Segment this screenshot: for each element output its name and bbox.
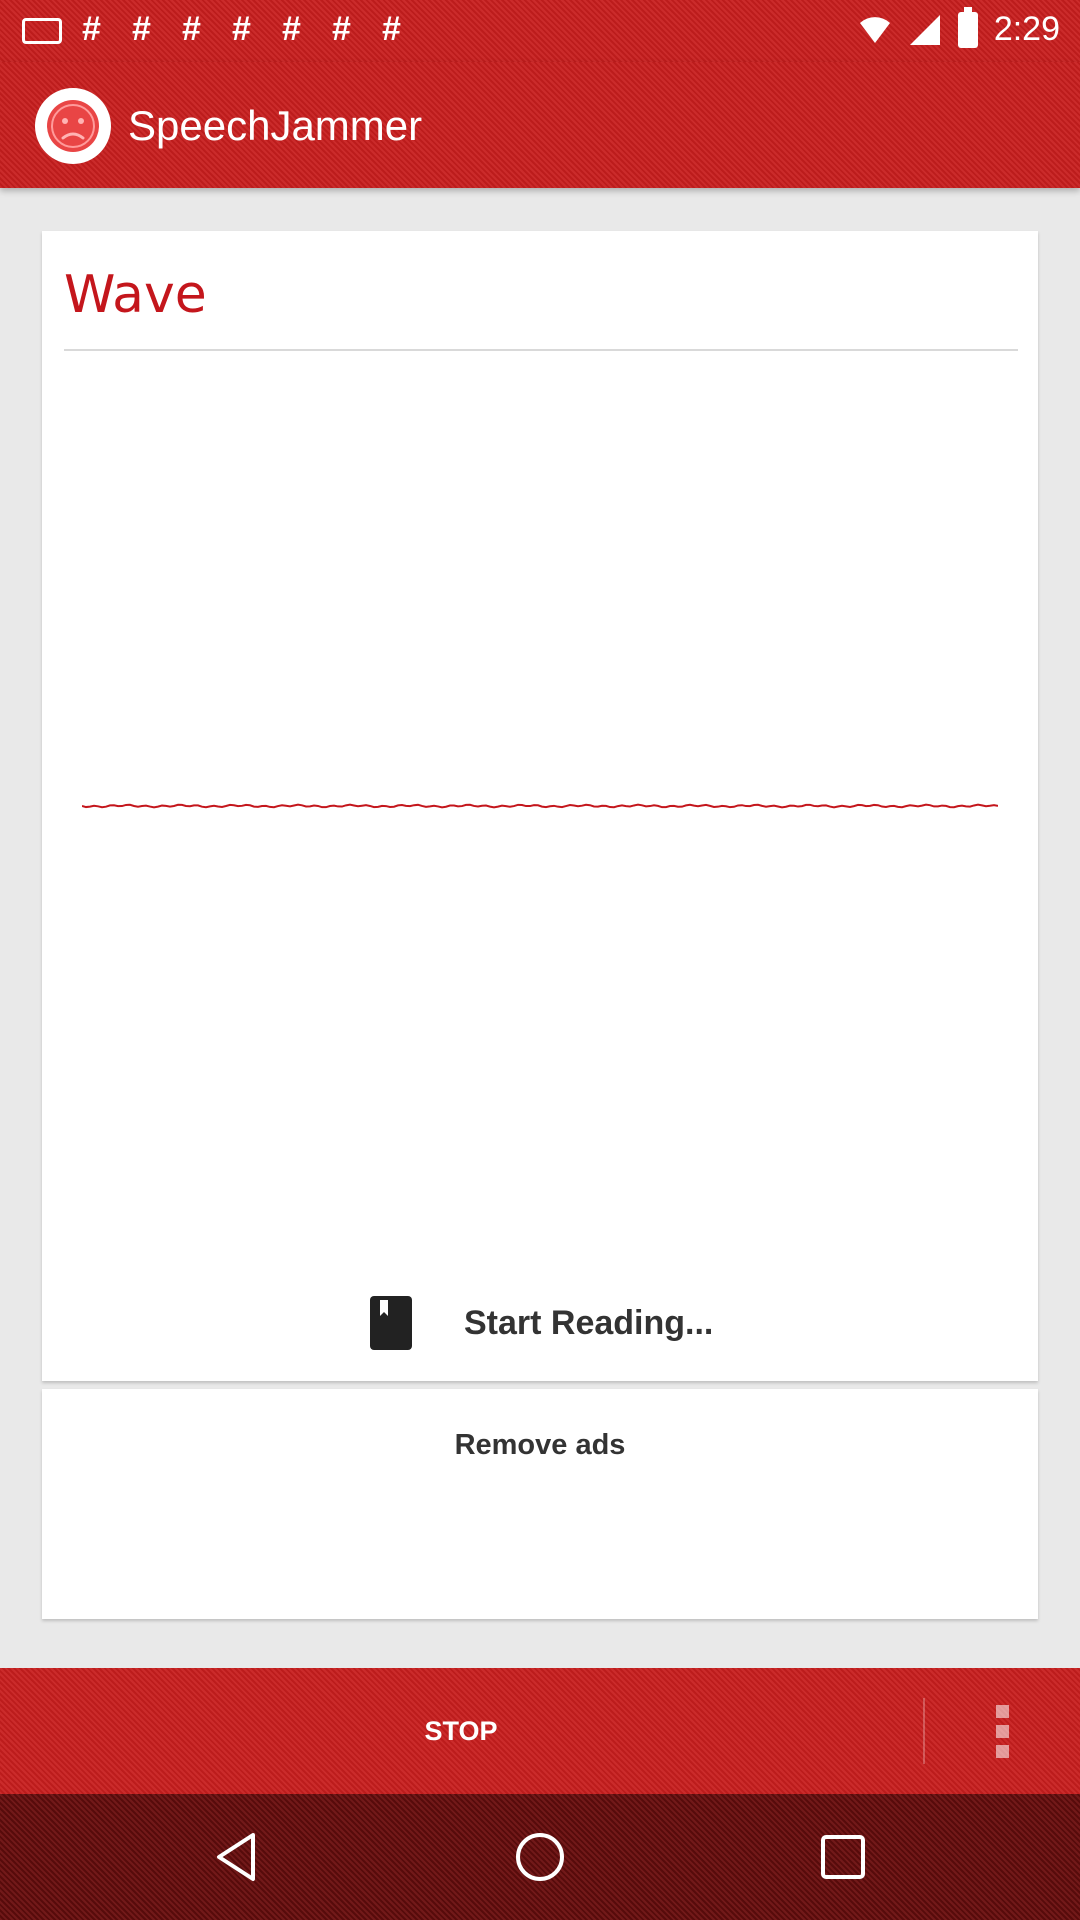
battery-icon: [957, 6, 978, 48]
ads-card: Remove ads: [42, 1389, 1038, 1619]
nav-bar: [0, 1794, 1080, 1920]
hash-icon: #: [282, 10, 301, 48]
book-icon: [370, 1296, 412, 1350]
sad-face-icon: [35, 88, 111, 164]
more-vert-icon[interactable]: [972, 1668, 1032, 1794]
app-bar: SpeechJammer: [0, 62, 1080, 188]
wave-title: Wave: [64, 265, 207, 325]
hash-icon: #: [382, 10, 401, 48]
hash-icon: #: [182, 10, 201, 48]
wave-card: Wave Start Reading...: [42, 231, 1038, 1381]
home-icon[interactable]: [510, 1827, 570, 1887]
status-time: 2:29: [993, 10, 1060, 48]
stop-button[interactable]: STOP: [0, 1668, 922, 1794]
recents-icon[interactable]: [813, 1827, 873, 1887]
notification-icons: # # # # # # #: [22, 10, 412, 48]
hash-icon: #: [82, 10, 101, 48]
signal-icon: [909, 14, 940, 45]
mail-icon: [22, 18, 62, 44]
start-reading-button[interactable]: Start Reading...: [42, 1296, 1038, 1356]
waveform: [82, 803, 998, 809]
hash-icon: #: [232, 10, 251, 48]
remove-ads-button[interactable]: Remove ads: [42, 1429, 1038, 1462]
action-separator: [923, 1698, 925, 1764]
status-right: 2:29: [858, 6, 1060, 49]
hash-icon: #: [132, 10, 151, 48]
back-icon[interactable]: [207, 1827, 267, 1887]
wifi-icon: [859, 16, 890, 43]
start-reading-label: Start Reading...: [464, 1304, 714, 1342]
hash-icon: #: [332, 10, 351, 48]
status-bar: # # # # # # # 2:29: [0, 0, 1080, 62]
app-title: SpeechJammer: [128, 102, 423, 149]
divider: [64, 349, 1018, 351]
stop-label: STOP: [424, 1715, 498, 1746]
action-bar: STOP: [0, 1668, 1080, 1794]
